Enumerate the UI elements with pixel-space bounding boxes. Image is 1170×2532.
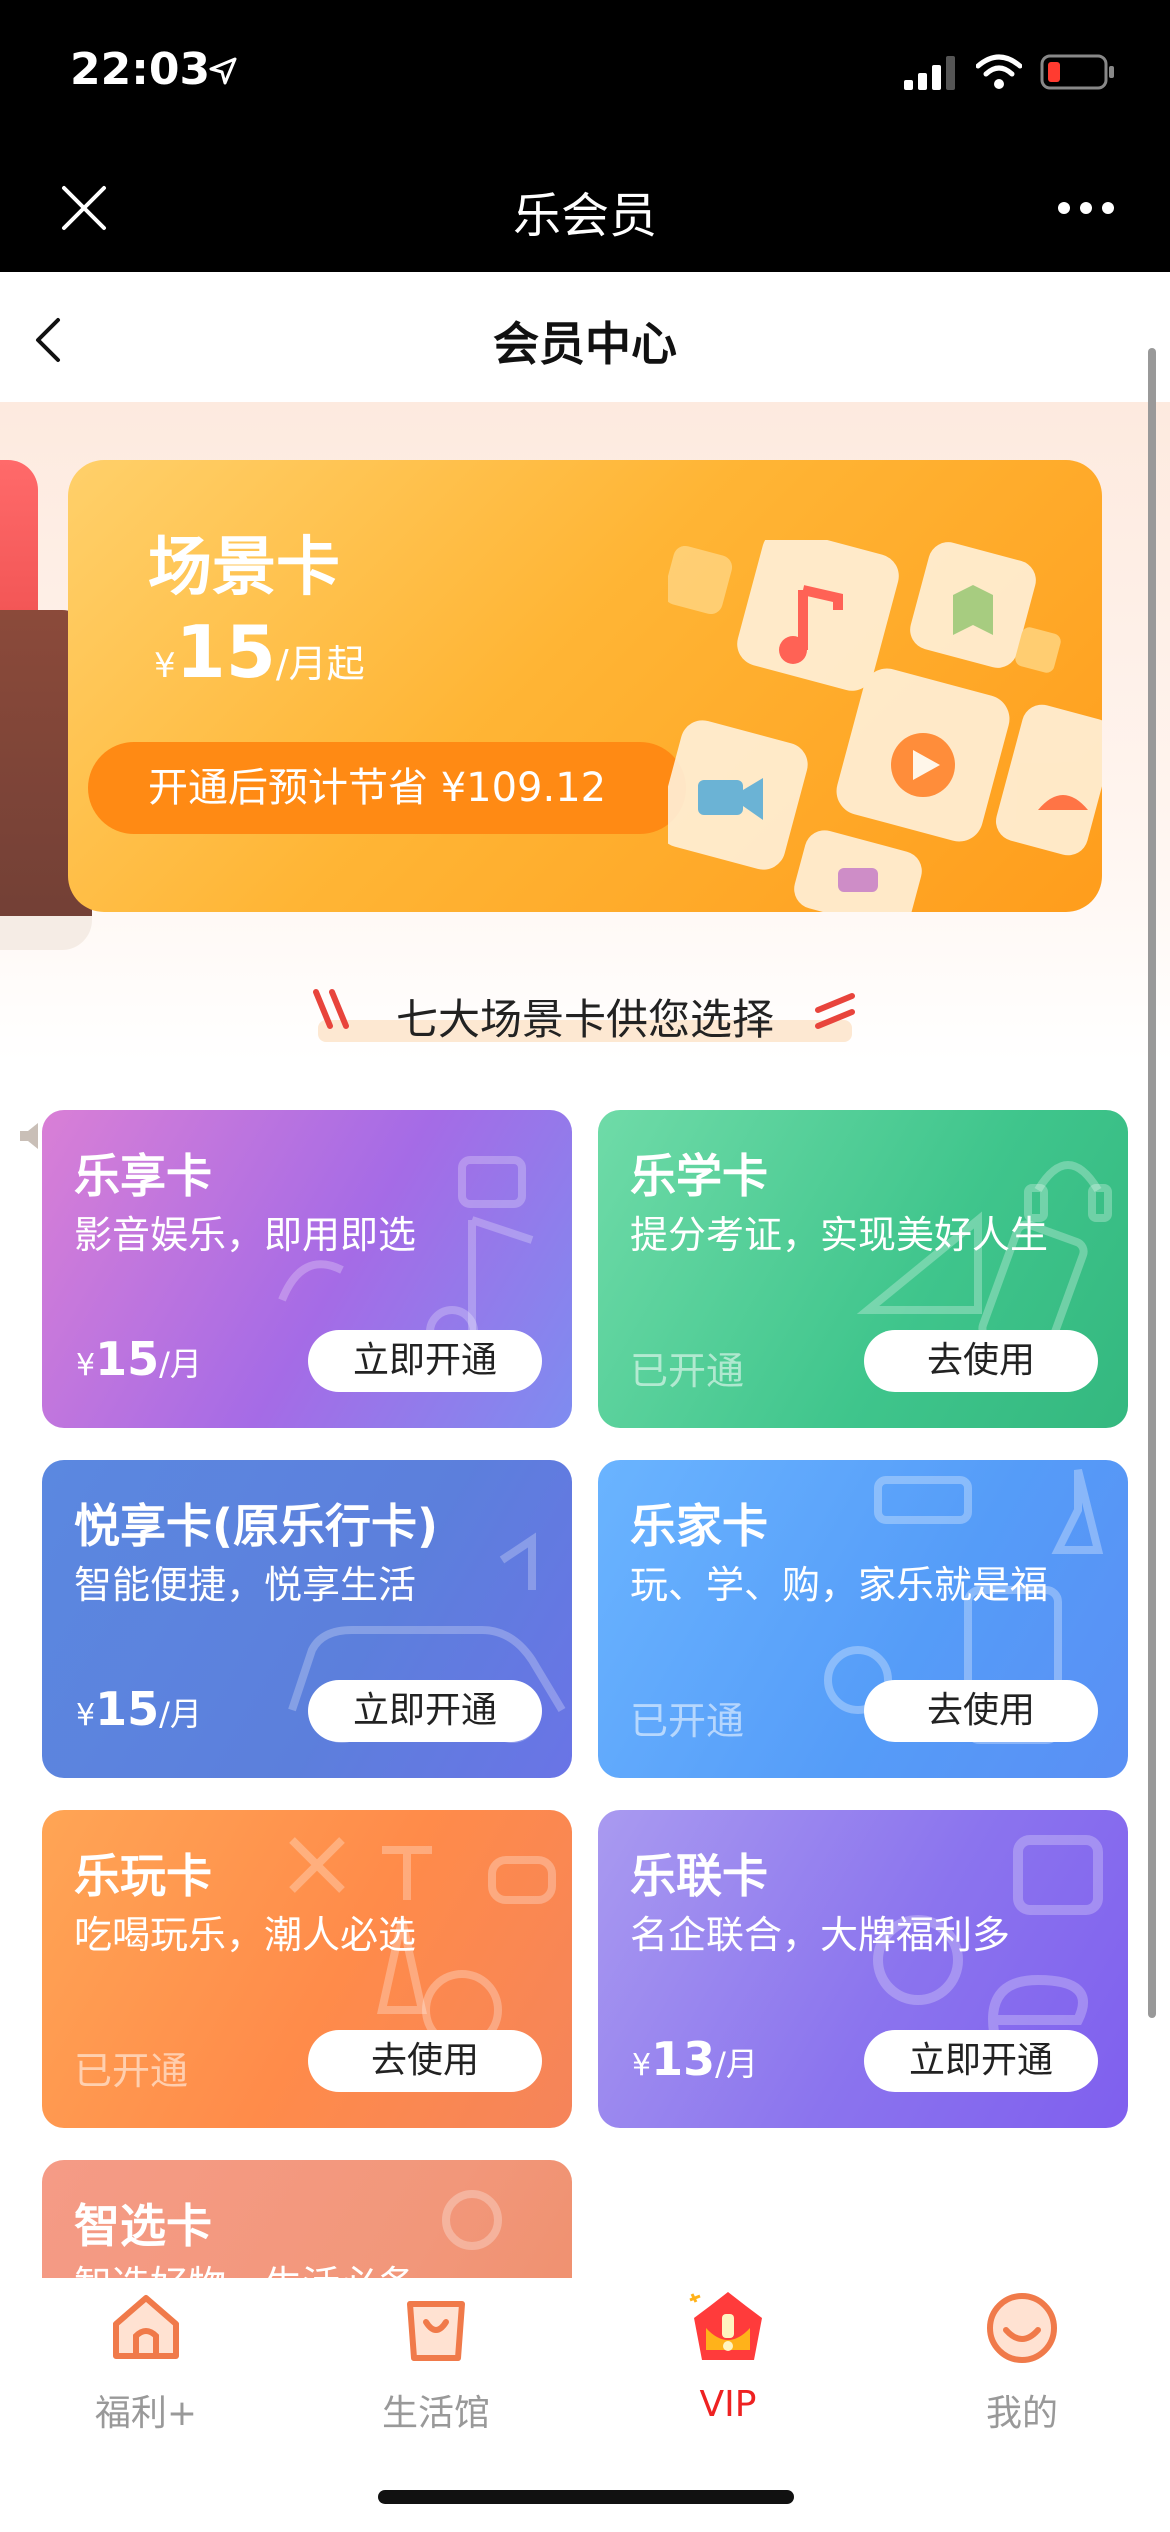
open-now-button[interactable]: 立即开通 bbox=[308, 1330, 542, 1392]
tab-label: VIP bbox=[699, 2384, 757, 2425]
tab-wode[interactable]: 我的 bbox=[922, 2288, 1122, 2448]
tab-vip[interactable]: VIP bbox=[628, 2288, 828, 2448]
home-indicator[interactable] bbox=[378, 2490, 794, 2504]
card-title: 乐家卡 bbox=[630, 1499, 768, 1553]
card-status: 已开通 bbox=[74, 2049, 189, 2093]
slash-right-decoration-icon bbox=[815, 993, 855, 1029]
price-value: 15 bbox=[95, 1682, 160, 1736]
battery-icon bbox=[1040, 54, 1114, 90]
banner-carousel[interactable]: 场景卡 ¥15/月起 开通后预计节省 ¥109.12 bbox=[0, 402, 1170, 1149]
card-title: 乐玩卡 bbox=[74, 1849, 212, 1903]
wifi-icon bbox=[976, 54, 1022, 89]
price-value: 15 bbox=[95, 1332, 160, 1386]
price-unit: /月 bbox=[715, 2045, 758, 2083]
card-title: 悦享卡(原乐行卡) bbox=[74, 1499, 439, 1553]
page-title: 会员中心 bbox=[493, 317, 677, 371]
card-price: ¥15/月 bbox=[76, 1682, 202, 1736]
card-price: ¥15/月 bbox=[76, 1332, 202, 1386]
card-lexue[interactable]: 乐学卡 提分考证，实现美好人生 已开通 去使用 bbox=[598, 1110, 1128, 1428]
price-value: 13 bbox=[651, 2032, 716, 2086]
card-subtitle: 名企联合，大牌福利多 bbox=[630, 1913, 1011, 1957]
price-symbol: ¥ bbox=[154, 646, 176, 686]
card-subtitle: 智能便捷，悦享生活 bbox=[74, 1563, 417, 1607]
crown-icon bbox=[689, 2292, 762, 2360]
more-icon[interactable] bbox=[1056, 198, 1116, 218]
home-icon bbox=[113, 2295, 179, 2359]
card-title: 智选卡 bbox=[74, 2199, 212, 2253]
open-now-button[interactable]: 立即开通 bbox=[308, 1680, 542, 1742]
tab-label: 我的 bbox=[985, 2393, 1058, 2434]
card-subtitle: 玩、学、购，家乐就是福 bbox=[630, 1563, 1049, 1607]
price-symbol: ¥ bbox=[632, 2048, 652, 2083]
card-subtitle: 智选好物，生活必备 bbox=[74, 2254, 416, 2278]
card-subtitle: 吃喝玩乐，潮人必选 bbox=[74, 1913, 417, 1957]
card-zhixuan[interactable]: 智选卡 智选好物，生活必备 bbox=[42, 2160, 572, 2278]
card-status: 已开通 bbox=[630, 1349, 745, 1393]
card-title: 乐学卡 bbox=[630, 1149, 768, 1203]
scene-card-banner[interactable]: 场景卡 ¥15/月起 开通后预计节省 ¥109.12 bbox=[68, 460, 1102, 912]
location-arrow-icon bbox=[209, 57, 237, 85]
scrollbar[interactable] bbox=[1148, 348, 1156, 2018]
scene-card-title: 场景卡 bbox=[148, 531, 340, 605]
price-unit: /月起 bbox=[275, 642, 365, 686]
card-lelian[interactable]: 乐联卡 名企联合，大牌福利多 ¥13/月 立即开通 bbox=[598, 1810, 1128, 2128]
nav-title: 乐会员 bbox=[512, 188, 657, 244]
status-time: 22:03 bbox=[70, 44, 211, 95]
price-symbol: ¥ bbox=[76, 1348, 96, 1383]
card-lewan[interactable]: 乐玩卡 吃喝玩乐，潮人必选 已开通 去使用 bbox=[42, 1810, 572, 2128]
price-unit: /月 bbox=[159, 1345, 202, 1383]
tab-shenghuoguan[interactable]: 生活馆 bbox=[336, 2288, 536, 2448]
smiley-icon bbox=[987, 2293, 1057, 2363]
shopping-bag-icon bbox=[407, 2301, 465, 2361]
price-unit: /月 bbox=[159, 1695, 202, 1733]
signal-icon bbox=[904, 56, 955, 90]
open-now-button[interactable]: 立即开通 bbox=[864, 2030, 1098, 2092]
price-symbol: ¥ bbox=[76, 1698, 96, 1733]
tab-fuli[interactable]: 福利+ bbox=[46, 2288, 246, 2448]
section-title: 七大场景卡供您选择 bbox=[395, 995, 774, 1044]
tab-label: 生活馆 bbox=[381, 2393, 490, 2434]
card-title: 乐享卡 bbox=[74, 1149, 212, 1203]
go-use-button[interactable]: 去使用 bbox=[864, 1330, 1098, 1392]
status-bar: 22:03 bbox=[0, 0, 1170, 150]
page-header: 会员中心 bbox=[0, 272, 1170, 402]
app-nav-bar: 乐会员 bbox=[0, 150, 1170, 272]
price-value: 15 bbox=[175, 610, 276, 694]
scene-card-price: ¥15/月起 bbox=[154, 610, 365, 694]
page-content[interactable]: 会员中心 场景卡 ¥15/月起 开通后预计节省 ¥109.12 七大场景卡供您选… bbox=[0, 272, 1170, 2278]
tab-label: 福利+ bbox=[94, 2393, 198, 2434]
scene-tiles-illustration bbox=[668, 540, 1102, 912]
go-use-button[interactable]: 去使用 bbox=[308, 2030, 542, 2092]
card-price: ¥13/月 bbox=[632, 2032, 758, 2086]
go-use-button[interactable]: 去使用 bbox=[864, 1680, 1098, 1742]
card-lejia[interactable]: 乐家卡 玩、学、购，家乐就是福 已开通 去使用 bbox=[598, 1460, 1128, 1778]
card-yuexiang[interactable]: 悦享卡(原乐行卡) 智能便捷，悦享生活 ¥15/月 立即开通 bbox=[42, 1460, 572, 1778]
card-lexiang[interactable]: 乐享卡 影音娱乐，即用即选 ¥15/月 立即开通 bbox=[42, 1110, 572, 1428]
card-subtitle: 提分考证，实现美好人生 bbox=[630, 1213, 1049, 1257]
scene-card-saving: 开通后预计节省 ¥109.12 bbox=[88, 742, 686, 834]
card-status: 已开通 bbox=[630, 1699, 745, 1743]
card-subtitle: 影音娱乐，即用即选 bbox=[74, 1213, 417, 1257]
section-header: 七大场景卡供您选择 bbox=[0, 972, 1170, 1052]
card-title: 乐联卡 bbox=[630, 1849, 768, 1903]
